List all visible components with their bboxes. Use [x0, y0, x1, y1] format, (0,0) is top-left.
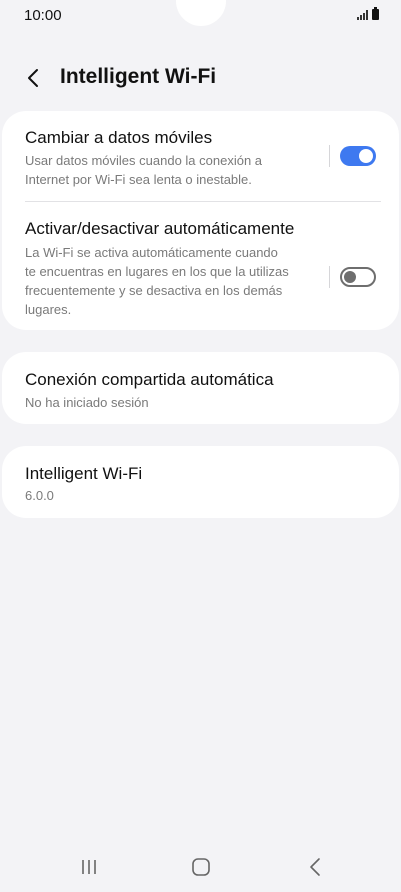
status-icons [357, 7, 379, 20]
hotspot-subtitle: No ha iniciado sesión [25, 395, 149, 410]
mobile-data-toggle[interactable] [340, 146, 376, 166]
about-card[interactable]: Intelligent Wi-Fi 6.0.0 [2, 446, 399, 518]
mobile-data-desc-line1: Usar datos móviles cuando la conexión a [25, 153, 263, 168]
chevron-left-icon [28, 69, 38, 87]
auto-toggle-toggle[interactable] [340, 267, 376, 287]
about-version: 6.0.0 [25, 488, 54, 503]
about-title: Intelligent Wi-Fi [25, 464, 143, 483]
signal-icon [357, 10, 368, 20]
recent-apps-button[interactable] [69, 854, 109, 880]
app-header: Intelligent Wi-Fi [0, 60, 401, 100]
navigation-bar [0, 840, 401, 892]
toggle-knob [359, 149, 373, 163]
switch-divider [329, 266, 330, 288]
page-title: Intelligent Wi-Fi [60, 65, 217, 88]
toggle-knob [344, 271, 356, 283]
auto-toggle-title: Activar/desactivar automáticamente [25, 219, 295, 238]
nav-back-button[interactable] [295, 854, 335, 880]
auto-toggle-switch-row[interactable]: Activar/desactivar automáticamente La Wi… [2, 202, 399, 330]
settings-card-main: Cambiar a datos móviles Usar datos móvil… [2, 111, 399, 330]
switch-divider [329, 145, 330, 167]
battery-icon [372, 7, 379, 20]
camera-notch [176, 0, 226, 26]
home-icon [192, 858, 210, 876]
auto-toggle-desc-line2: te encuentras en lugares en los que la u… [25, 264, 289, 279]
status-bar: 10:00 [0, 0, 401, 30]
back-button[interactable] [20, 64, 48, 92]
mobile-data-desc-line2: Internet por Wi-Fi sea lenta o inestable… [25, 172, 252, 187]
mobile-data-switch-row[interactable]: Cambiar a datos móviles Usar datos móvil… [2, 111, 399, 201]
home-button[interactable] [181, 854, 221, 880]
auto-toggle-desc-line1: La Wi-Fi se activa automáticamente cuand… [25, 245, 278, 260]
back-icon [310, 858, 320, 876]
status-time: 10:00 [24, 7, 62, 24]
mobile-data-title: Cambiar a datos móviles [25, 128, 213, 147]
hotspot-card[interactable]: Conexión compartida automática No ha ini… [2, 352, 399, 424]
auto-toggle-desc-line3: frecuentemente y se desactiva en los dem… [25, 283, 283, 298]
hotspot-title: Conexión compartida automática [25, 370, 274, 389]
auto-toggle-desc-line4: lugares. [25, 302, 72, 317]
recent-apps-icon [82, 860, 96, 874]
